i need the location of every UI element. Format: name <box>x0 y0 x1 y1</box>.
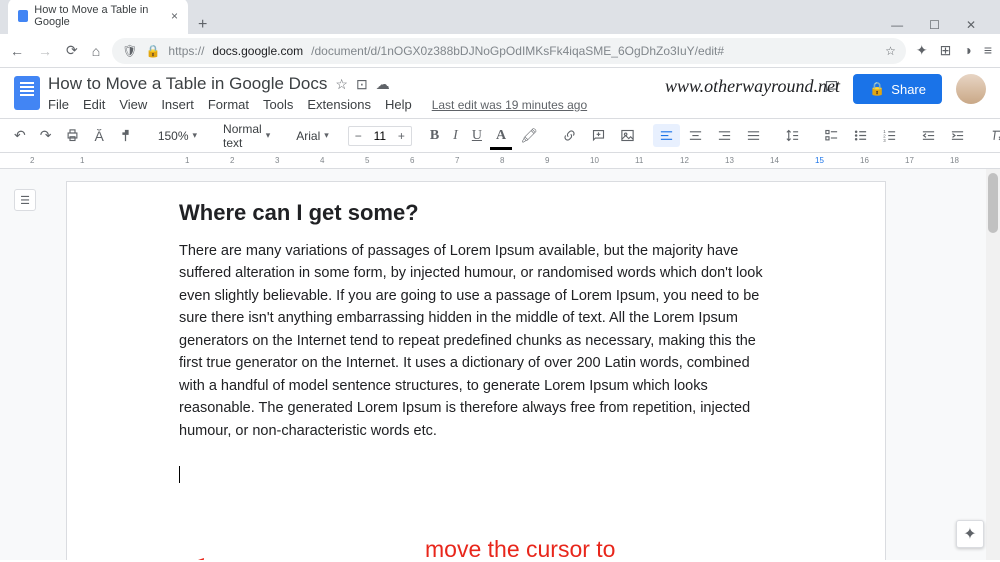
last-edit-link[interactable]: Last edit was 19 minutes ago <box>432 98 587 112</box>
reload-button[interactable]: ⟳ <box>64 40 80 61</box>
extension-icon[interactable]: ✦ <box>916 42 928 59</box>
highlight-button[interactable]: 🖍 <box>514 123 544 148</box>
star-icon[interactable]: ☆ <box>335 76 348 93</box>
paragraph-style-select[interactable]: Normal text <box>216 118 277 154</box>
vertical-scrollbar[interactable] <box>986 169 1000 560</box>
browser-menu-icon[interactable]: ≡ <box>984 42 992 59</box>
align-left-button[interactable] <box>653 124 680 147</box>
cloud-saved-icon[interactable]: ☁ <box>376 76 390 93</box>
maximize-button[interactable]: ☐ <box>925 16 944 34</box>
browser-extension-icons: ✦ ⊞ ◑ ≡ <box>916 42 992 59</box>
document-title[interactable]: How to Move a Table in Google Docs <box>48 74 327 94</box>
align-center-button[interactable] <box>682 124 709 147</box>
decrease-indent-button[interactable] <box>915 124 942 147</box>
checklist-button[interactable] <box>818 124 845 147</box>
align-justify-button[interactable] <box>740 124 767 147</box>
decrease-font-button[interactable]: − <box>349 127 368 145</box>
comment-history-icon[interactable] <box>824 79 839 99</box>
document-canvas: ☰ Where can I get some? There are many v… <box>0 169 1000 560</box>
docs-header: How to Move a Table in Google Docs ☆ ⊡ ☁… <box>0 68 1000 112</box>
menu-format[interactable]: Format <box>208 97 249 112</box>
undo-button[interactable]: ↶ <box>8 123 32 148</box>
document-page[interactable]: Where can I get some? There are many var… <box>66 181 886 560</box>
menu-file[interactable]: File <box>48 97 69 112</box>
numbered-list-button[interactable]: 123 <box>876 124 903 147</box>
forward-button[interactable]: → <box>36 41 54 61</box>
explore-button[interactable]: ✦ <box>956 520 984 548</box>
formatting-toolbar: ↶ ↷ Ă 150% Normal text Arial − 11 + B I … <box>0 118 1000 153</box>
extension-icon[interactable]: ◑ <box>963 42 971 59</box>
url-path: /document/d/1nOGX0z388bDJNoGpOdIMKsFk4iq… <box>311 44 724 58</box>
text-cursor-icon <box>179 466 180 483</box>
close-window-button[interactable]: ✕ <box>962 16 980 34</box>
print-button[interactable] <box>59 124 86 147</box>
italic-button[interactable]: I <box>447 124 464 148</box>
lock-icon: 🔒 <box>145 44 160 58</box>
increase-indent-button[interactable] <box>944 124 971 147</box>
zoom-select[interactable]: 150% <box>151 125 204 147</box>
share-label: Share <box>891 82 926 97</box>
move-icon[interactable]: ⊡ <box>356 76 368 93</box>
insert-image-button[interactable] <box>614 124 641 147</box>
insert-comment-button[interactable] <box>585 124 612 147</box>
menu-insert[interactable]: Insert <box>161 97 194 112</box>
bold-button[interactable]: B <box>424 124 445 148</box>
lock-icon: 🔒 <box>869 81 885 97</box>
browser-tab-strip: How to Move a Table in Google × + — ☐ ✕ <box>0 0 1000 34</box>
menu-edit[interactable]: Edit <box>83 97 105 112</box>
url-input[interactable]: 🛡 🔒 https:// docs.google.com/document/d/1… <box>112 38 906 64</box>
google-docs-logo[interactable] <box>14 76 40 110</box>
menu-bar: File Edit View Insert Format Tools Exten… <box>48 97 816 112</box>
home-button[interactable]: ⌂ <box>90 41 102 61</box>
font-size-input[interactable]: 11 <box>368 127 392 145</box>
document-heading[interactable]: Where can I get some? <box>179 200 773 226</box>
window-controls: — ☐ ✕ <box>887 16 992 34</box>
bulleted-list-button[interactable] <box>847 124 874 147</box>
minimize-button[interactable]: — <box>887 16 907 34</box>
address-bar: ← → ⟳ ⌂ 🛡 🔒 https:// docs.google.com/docu… <box>0 34 1000 68</box>
insert-link-button[interactable] <box>556 124 583 147</box>
menu-view[interactable]: View <box>119 97 147 112</box>
svg-text:3: 3 <box>883 138 886 143</box>
font-family-select[interactable]: Arial <box>289 125 336 147</box>
extension-icon[interactable]: ⊞ <box>940 42 952 59</box>
cursor-position[interactable] <box>179 466 773 484</box>
spellcheck-button[interactable]: Ă <box>88 124 109 148</box>
text-color-button[interactable]: A <box>490 124 512 148</box>
docs-favicon <box>18 10 28 22</box>
increase-font-button[interactable]: + <box>392 127 411 145</box>
redo-button[interactable]: ↷ <box>34 123 58 148</box>
new-tab-button[interactable]: + <box>188 16 217 34</box>
font-size-control: − 11 + <box>348 126 412 146</box>
browser-tab[interactable]: How to Move a Table in Google × <box>8 0 188 34</box>
shield-icon: 🛡 <box>122 44 137 58</box>
user-avatar[interactable] <box>956 74 986 104</box>
clear-formatting-button[interactable] <box>983 124 1000 147</box>
align-right-button[interactable] <box>711 124 738 147</box>
url-domain: docs.google.com <box>212 44 303 58</box>
menu-help[interactable]: Help <box>385 97 412 112</box>
paint-format-button[interactable] <box>112 124 139 147</box>
tab-title: How to Move a Table in Google <box>34 4 165 28</box>
close-tab-icon[interactable]: × <box>171 9 178 23</box>
url-protocol: https:// <box>168 44 204 58</box>
line-spacing-button[interactable] <box>779 124 806 147</box>
horizontal-ruler[interactable]: 2 1 1 2 3 4 5 6 7 8 9 10 11 12 13 14 15 … <box>0 153 1000 169</box>
document-paragraph[interactable]: There are many variations of passages of… <box>179 240 773 442</box>
back-button[interactable]: ← <box>8 41 26 61</box>
underline-button[interactable]: U <box>466 124 488 148</box>
share-button[interactable]: 🔒 Share <box>853 74 942 104</box>
menu-extensions[interactable]: Extensions <box>307 97 371 112</box>
menu-tools[interactable]: Tools <box>263 97 293 112</box>
show-outline-button[interactable]: ☰ <box>14 189 36 211</box>
bookmark-star-icon[interactable]: ☆ <box>885 44 896 58</box>
